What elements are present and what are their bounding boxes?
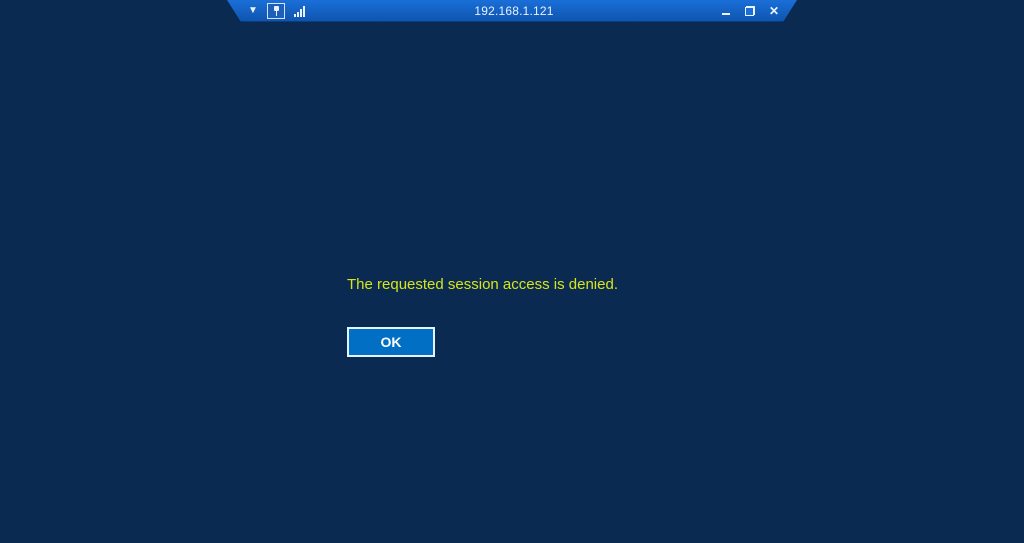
minimize-button[interactable]: [719, 4, 733, 18]
connection-host-label: 192.168.1.121: [309, 4, 719, 18]
rdp-bar-left-controls: ▼: [243, 2, 309, 20]
pin-icon[interactable]: [267, 3, 285, 19]
rdp-connection-bar: ▼ 192.168.1.121 ✕: [227, 0, 797, 22]
restore-button[interactable]: [743, 4, 757, 18]
close-button[interactable]: ✕: [767, 4, 781, 18]
ok-button[interactable]: OK: [347, 327, 435, 357]
error-message-area: The requested session access is denied. …: [347, 276, 618, 357]
dropdown-icon[interactable]: ▼: [243, 2, 263, 20]
signal-icon[interactable]: [289, 2, 309, 20]
rdp-bar-window-controls: ✕: [719, 4, 781, 18]
error-message-text: The requested session access is denied.: [347, 276, 618, 293]
